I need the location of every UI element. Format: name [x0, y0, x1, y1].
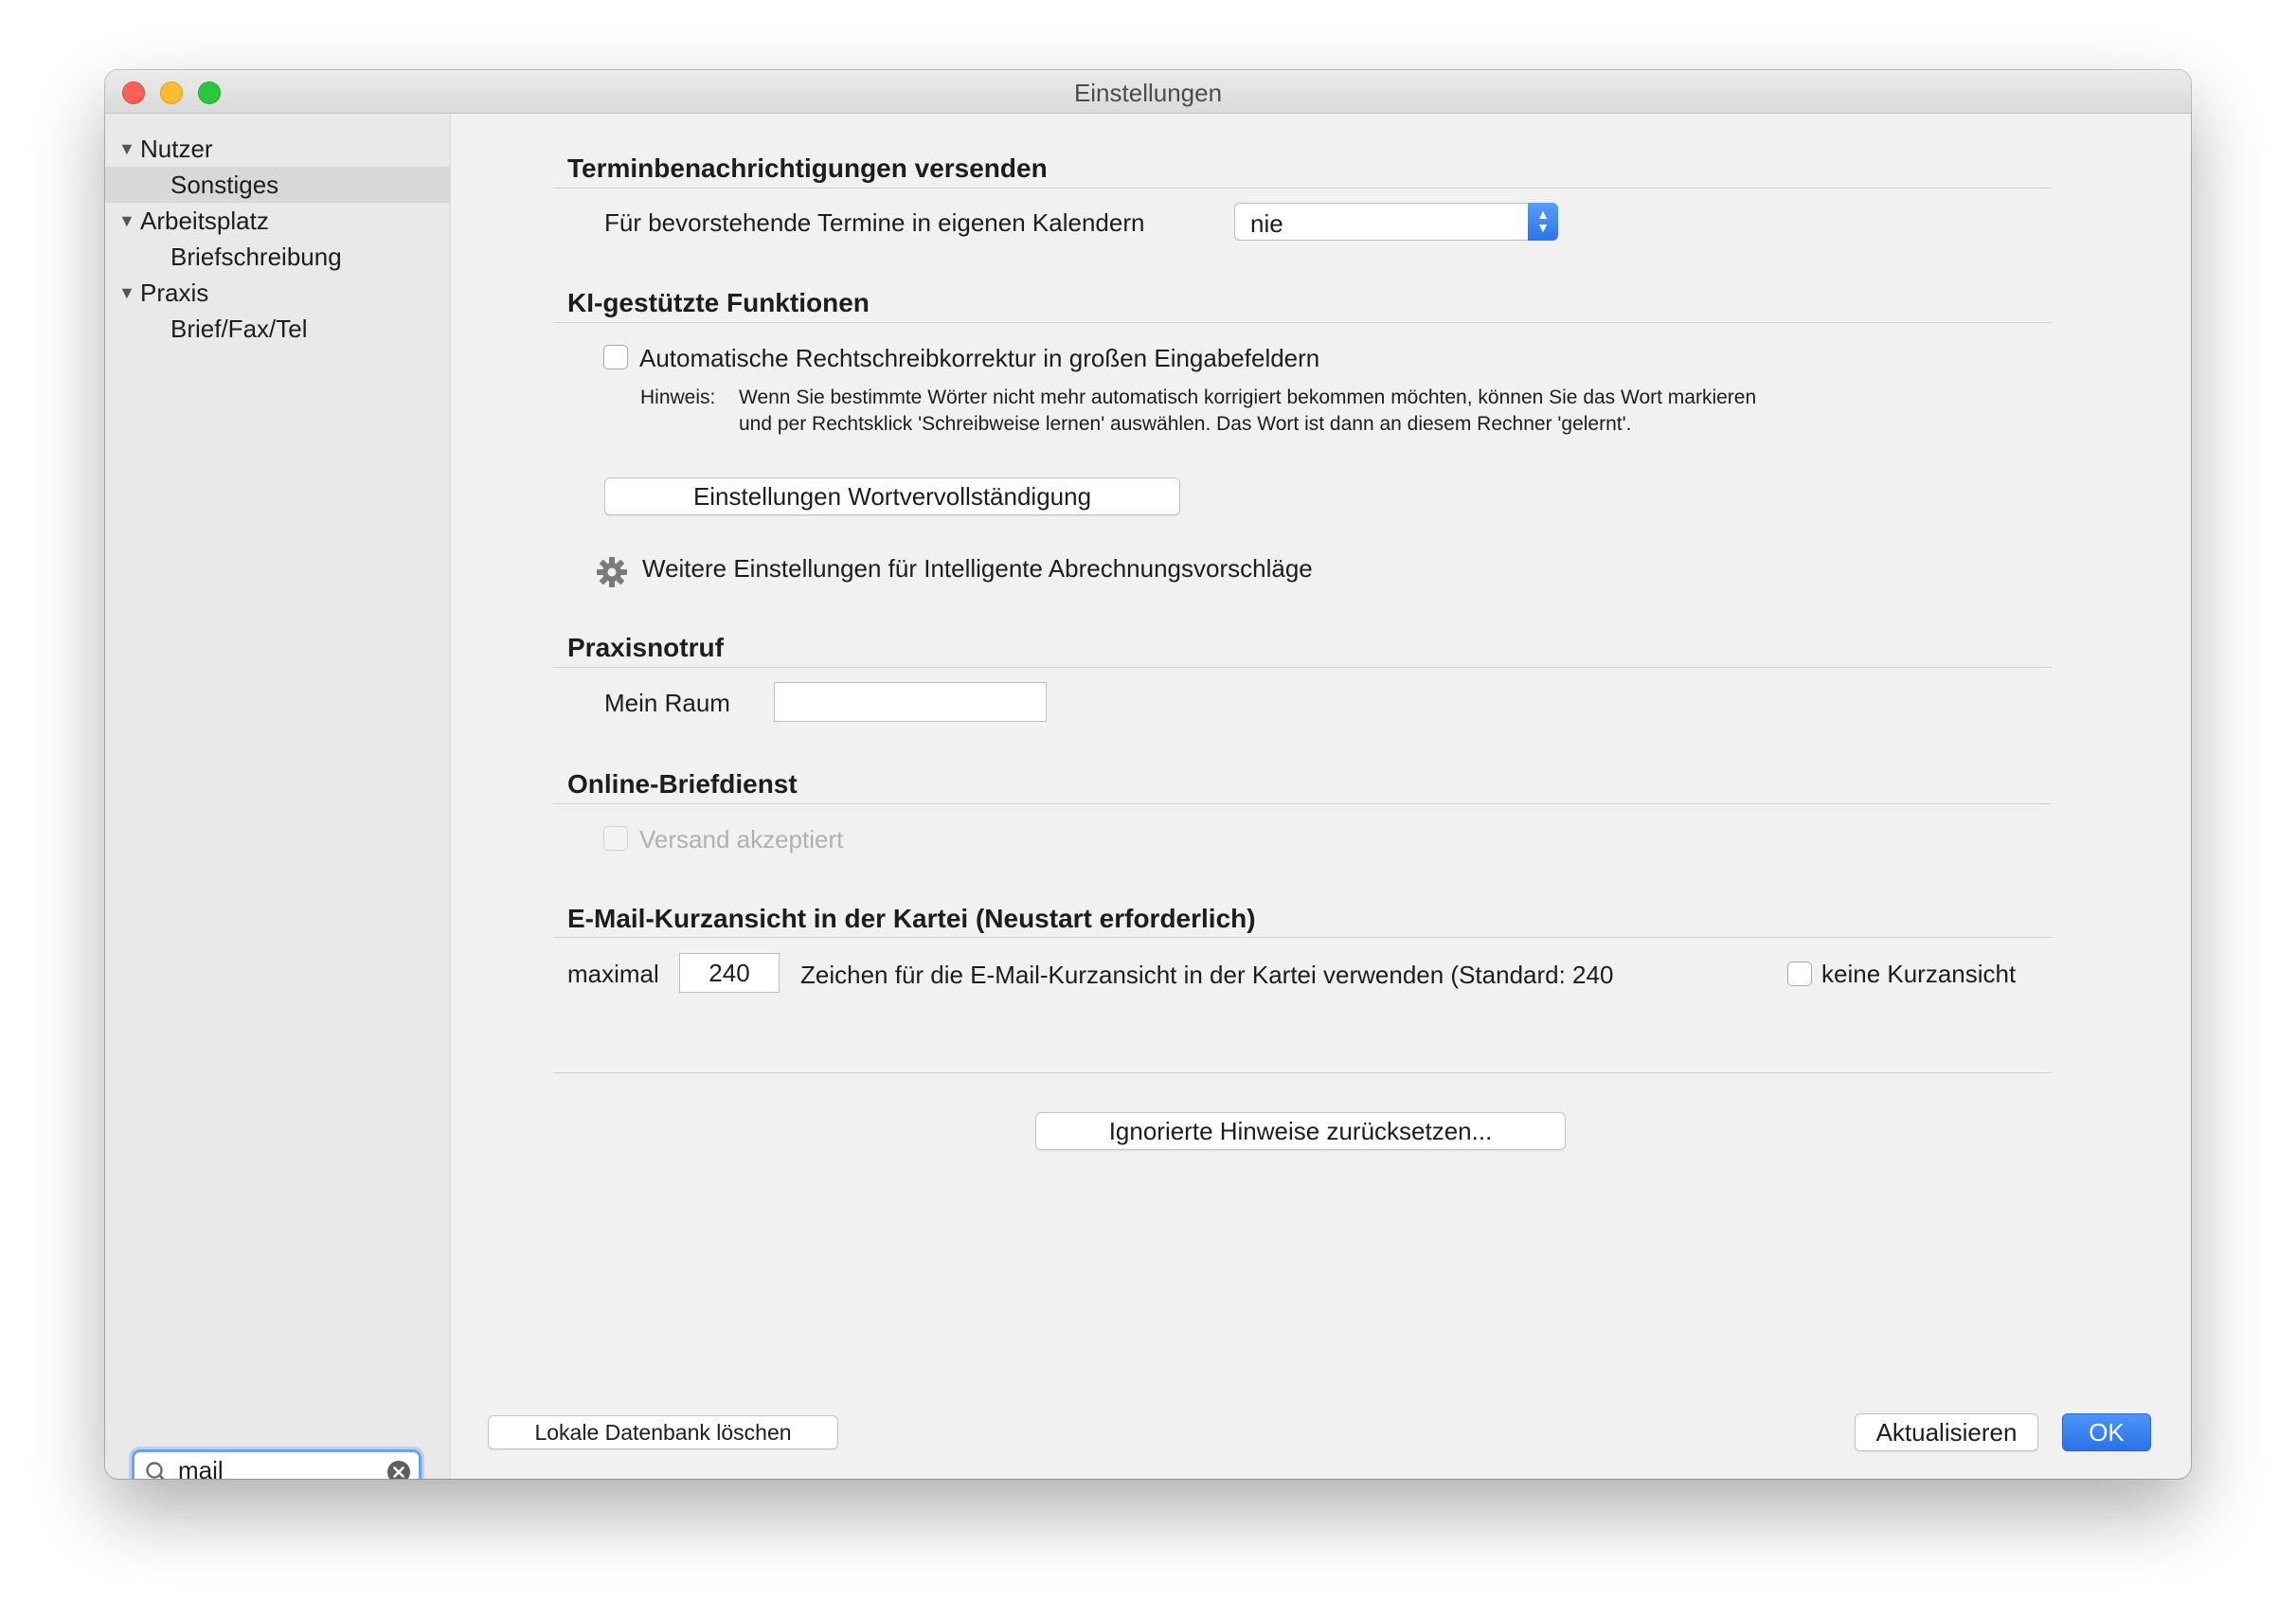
settings-window: Einstellungen ▼ Nutzer Sonstiges ▼ Arbei…	[105, 70, 2191, 1479]
no-preview-checkbox[interactable]	[1787, 962, 1812, 986]
sidebar-item-brief-fax-tel[interactable]: Brief/Fax/Tel	[105, 311, 450, 347]
delete-local-database-button[interactable]: Lokale Datenbank löschen	[488, 1415, 838, 1449]
title-bar: Einstellungen	[105, 70, 2191, 114]
room-label: Mein Raum	[604, 689, 730, 717]
clear-search-icon[interactable]	[386, 1460, 411, 1479]
disclosure-triangle-icon[interactable]: ▼	[118, 275, 135, 311]
section-title-ai: KI-gestützte Funktionen	[567, 288, 870, 317]
section-title-letter-service: Online-Briefdienst	[567, 769, 798, 799]
updown-chevron-icon: ▲ ▼	[1528, 203, 1558, 241]
window-title: Einstellungen	[1073, 79, 1223, 107]
max-chars-input[interactable]	[679, 953, 780, 993]
shipping-accepted-label: Versand akzeptiert	[639, 825, 844, 854]
reset-ignored-hints-button[interactable]: Ignorierte Hinweise zurücksetzen...	[1035, 1112, 1566, 1150]
search-icon	[146, 1462, 165, 1479]
section-title-emergency: Praxisnotruf	[567, 633, 724, 662]
autocorrect-label: Automatische Rechtschreibkorrektur in gr…	[639, 344, 1320, 372]
appointments-popup-select[interactable]: nie ▲ ▼	[1234, 203, 1558, 241]
hint-text-line-1: Wenn Sie bestimmte Wörter nicht mehr aut…	[739, 387, 1757, 408]
room-input[interactable]	[774, 682, 1047, 722]
refresh-button[interactable]: Aktualisieren	[1855, 1413, 2038, 1451]
sidebar-item-label: Arbeitsplatz	[140, 207, 269, 235]
sidebar: ▼ Nutzer Sonstiges ▼ Arbeitsplatz Briefs…	[105, 114, 451, 1479]
sidebar-item-arbeitsplatz[interactable]: ▼ Arbeitsplatz	[105, 203, 450, 239]
sidebar-item-briefschreibung[interactable]: Briefschreibung	[105, 239, 450, 275]
popup-selected-value: nie	[1250, 209, 1283, 238]
ok-button[interactable]: OK	[2062, 1413, 2151, 1451]
sidebar-item-nutzer[interactable]: ▼ Nutzer	[105, 131, 450, 167]
sidebar-item-label: Brief/Fax/Tel	[170, 315, 308, 343]
section-divider	[553, 188, 2052, 189]
search-input[interactable]	[178, 1456, 368, 1479]
sidebar-item-label: Nutzer	[140, 135, 213, 163]
sidebar-item-sonstiges[interactable]: Sonstiges	[105, 167, 450, 203]
max-chars-description: Zeichen für die E-Mail-Kurzansicht in de…	[800, 961, 1614, 989]
sidebar-item-praxis[interactable]: ▼ Praxis	[105, 275, 450, 311]
hint-label: Hinweis:	[640, 387, 716, 408]
no-preview-label: keine Kurzansicht	[1821, 960, 2017, 988]
section-title-appointments: Terminbenachrichtigungen versenden	[567, 153, 1048, 183]
gear-icon[interactable]	[596, 556, 628, 588]
section-divider	[553, 937, 2052, 938]
shipping-accepted-checkbox[interactable]	[603, 826, 628, 851]
section-divider	[553, 322, 2052, 323]
disclosure-triangle-icon[interactable]: ▼	[118, 203, 135, 239]
section-divider	[553, 667, 2052, 668]
appointments-label: Für bevorstehende Termine in eigenen Kal…	[604, 208, 1145, 237]
disclosure-triangle-icon[interactable]: ▼	[118, 131, 135, 167]
max-chars-prefix: maximal	[567, 960, 659, 988]
sidebar-item-label: Sonstiges	[170, 171, 279, 199]
section-divider	[553, 803, 2052, 804]
content-divider	[553, 1072, 2052, 1073]
hint-text-line-2: und per Rechtsklick 'Schreibweise lernen…	[739, 413, 1632, 435]
sidebar-search-field[interactable]	[132, 1449, 422, 1479]
section-title-email-preview: E-Mail-Kurzansicht in der Kartei (Neusta…	[567, 904, 1256, 933]
sidebar-item-label: Praxis	[140, 279, 209, 307]
word-completion-settings-button[interactable]: Einstellungen Wortvervollständigung	[604, 477, 1180, 515]
autocorrect-checkbox[interactable]	[603, 345, 628, 369]
billing-suggestions-settings-link[interactable]: Weitere Einstellungen für Intelligente A…	[642, 554, 1313, 584]
sidebar-item-label: Briefschreibung	[170, 243, 342, 271]
